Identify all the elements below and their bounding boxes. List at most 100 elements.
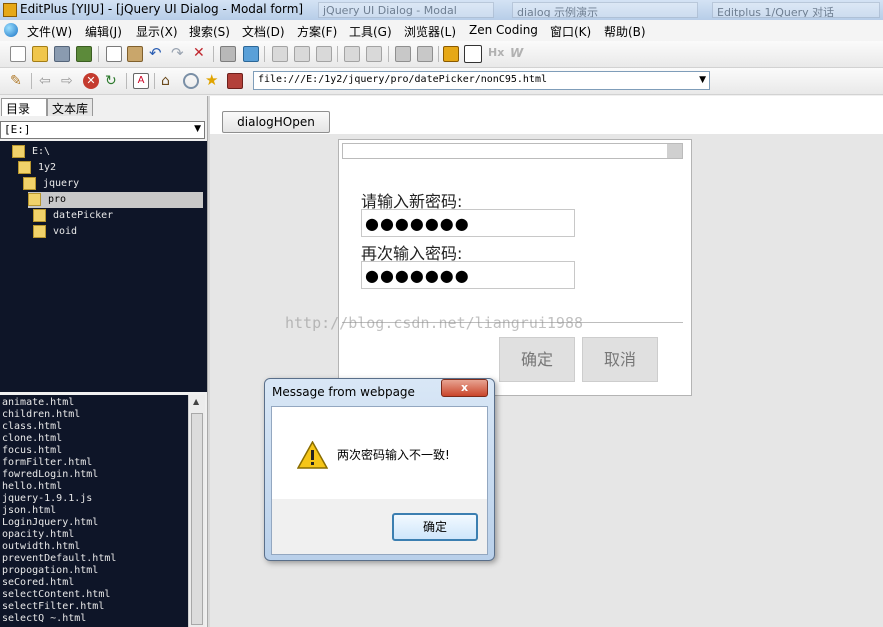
menu-window[interactable]: 窗口(K) [550,23,591,40]
address-input[interactable]: file:///E:/1y2/jquery/pro/datePicker/non… [258,74,547,85]
delete-icon[interactable]: ✕ [193,46,209,62]
save-icon[interactable] [54,46,70,62]
list-item[interactable]: selectQ ~.html [2,613,86,624]
word-wrap-icon[interactable] [272,46,288,62]
user-tool-icon[interactable] [443,46,459,62]
toolbar-separator [213,46,214,62]
tree-item-1y2[interactable]: 1y2 [18,160,202,176]
scroll-up-icon[interactable]: ▲ [193,397,199,406]
watermark-text: http://blog.csdn.net/liangrui1988 [285,314,584,332]
tag-icon[interactable] [316,46,332,62]
search-icon[interactable] [183,73,199,89]
home-icon[interactable]: ⌂ [161,73,177,89]
back-icon[interactable]: ⇦ [39,73,55,89]
save-all-icon[interactable] [76,46,92,62]
menu-project[interactable]: 方案(F) [297,23,337,40]
list-item[interactable]: outwidth.html [2,541,80,552]
dialog-close-icon[interactable] [667,144,682,158]
list-item[interactable]: opacity.html [2,529,74,540]
favorites-icon[interactable]: ★ [205,73,221,89]
list-item[interactable]: fowredLogin.html [2,469,98,480]
tree-item-void[interactable]: void [33,224,202,240]
redo-icon[interactable]: ↷ [171,46,187,62]
duplicate-icon[interactable] [366,46,382,62]
scrollbar-thumb[interactable] [191,413,203,625]
hex-view-icon[interactable] [220,46,236,62]
menu-document[interactable]: 文档(D) [242,23,285,40]
tree-item-jquery[interactable]: jquery [23,176,202,192]
list-item[interactable]: preventDefault.html [2,553,116,564]
folder-icon [12,145,25,158]
menu-view[interactable]: 显示(X) [136,23,178,40]
list-item[interactable]: propogation.html [2,565,98,576]
list-item[interactable]: focus.html [2,445,62,456]
folder-icon [18,161,31,174]
list-item[interactable]: formFilter.html [2,457,92,468]
text-view-icon[interactable]: A [133,73,149,89]
indent-icon[interactable] [395,46,411,62]
list-item[interactable]: selectFilter.html [2,601,104,612]
tree-item-pro[interactable]: pro [28,192,203,208]
tab-directory[interactable]: 目录 [1,98,47,116]
list-item[interactable]: clone.html [2,433,62,444]
list-item[interactable]: selectContent.html [2,589,110,600]
menu-help[interactable]: 帮助(B) [604,23,646,40]
drive-select[interactable]: [E:] ▼ [0,121,205,139]
copy-icon[interactable] [106,46,122,62]
open-folder-icon[interactable] [32,46,48,62]
list-item[interactable]: jquery-1.9.1.js [2,493,92,504]
browser-view-icon[interactable] [464,45,482,63]
address-bar[interactable]: file:///E:/1y2/jquery/pro/datePicker/non… [253,71,710,90]
dialog-titlebar[interactable] [342,143,683,159]
chevron-down-icon[interactable]: ▼ [194,124,201,134]
list-item[interactable]: animate.html [2,397,74,408]
tab-cliptext[interactable]: 文本库 [47,98,93,116]
chevron-down-icon[interactable]: ▼ [699,75,706,85]
undo-icon[interactable]: ↶ [149,46,165,62]
globe-icon[interactable] [4,23,18,37]
menu-file[interactable]: 文件(W) [27,23,72,40]
folder-icon [33,209,46,222]
w-icon[interactable]: W [510,46,526,62]
file-list-scrollbar[interactable]: ▲ [188,395,205,627]
open-dialog-button[interactable]: dialogHOpen [222,111,330,133]
toolbar-separator [31,73,32,89]
split-window-icon[interactable] [344,46,360,62]
background-tab[interactable]: jQuery UI Dialog - Modal [318,2,494,18]
toolbar-separator [126,73,127,89]
warning-icon [297,441,328,469]
paste-icon[interactable] [127,46,143,62]
new-password-field[interactable]: ●●●●●●● [361,209,575,237]
menu-tools[interactable]: 工具(G) [349,23,392,40]
forward-icon[interactable]: ⇨ [61,73,77,89]
outdent-icon[interactable] [417,46,433,62]
confirm-button[interactable]: 确定 [499,337,575,382]
tree-item-drive[interactable]: E:\ [12,144,202,160]
background-tab[interactable]: dialog 示例演示 [512,2,698,18]
menu-browser[interactable]: 浏览器(L) [404,23,456,40]
hx-icon[interactable]: Hx [488,46,504,62]
alert-close-button[interactable]: x [441,379,488,397]
list-item[interactable]: json.html [2,505,56,516]
menu-zen-coding[interactable]: Zen Coding [469,23,538,37]
cancel-button[interactable]: 取消 [582,337,658,382]
repeat-password-field[interactable]: ●●●●●●● [361,261,575,289]
menu-search[interactable]: 搜索(S) [189,23,230,40]
new-file-icon[interactable] [10,46,26,62]
list-item[interactable]: hello.html [2,481,62,492]
cliptext-icon[interactable] [243,46,259,62]
stop-icon[interactable]: ✕ [83,73,99,89]
edit-icon[interactable] [294,46,310,62]
pencil-icon[interactable]: ✎ [10,73,26,89]
tools-icon[interactable] [227,73,243,89]
list-item[interactable]: children.html [2,409,80,420]
toolbar-separator [154,73,155,89]
list-item[interactable]: seCored.html [2,577,74,588]
menu-edit[interactable]: 编辑(J) [85,23,122,40]
tree-item-datepicker[interactable]: datePicker [33,208,202,224]
list-item[interactable]: class.html [2,421,62,432]
alert-ok-button[interactable]: 确定 [392,513,478,541]
list-item[interactable]: LoginJquery.html [2,517,98,528]
background-tab[interactable]: Editplus 1/Query 对话 [712,2,880,18]
refresh-icon[interactable]: ↻ [105,73,121,89]
